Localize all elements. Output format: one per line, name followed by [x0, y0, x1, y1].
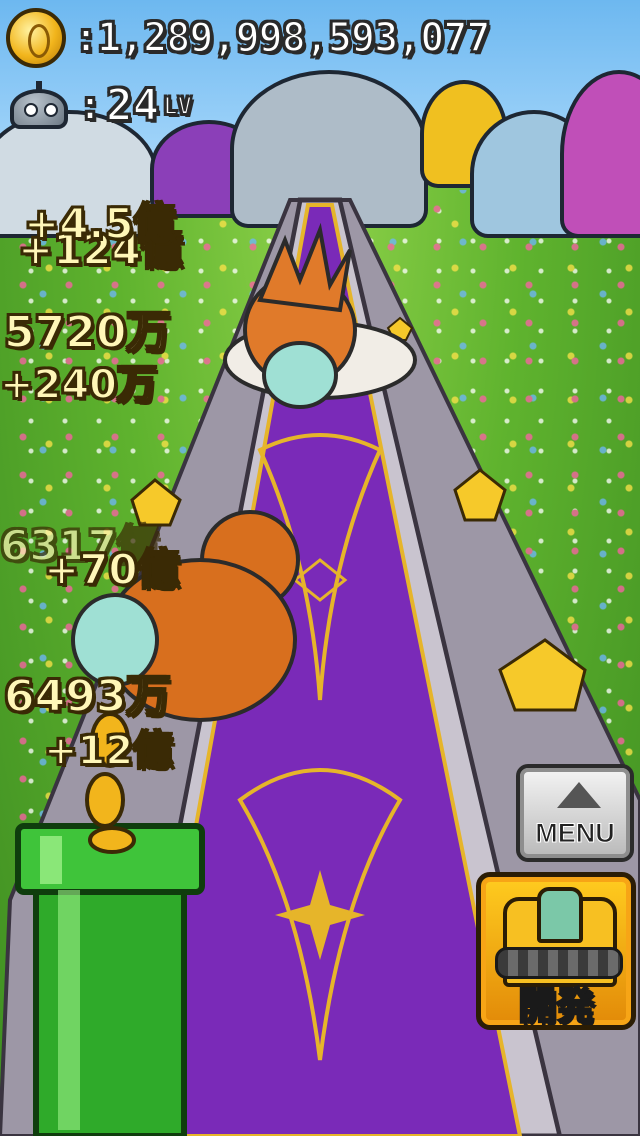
floating-income: +240万: [0, 361, 158, 409]
floating-income: 5720万: [3, 306, 171, 359]
develop-button[interactable]: 開発: [476, 872, 636, 1030]
menu-label: MENU: [535, 818, 616, 849]
floating-income: +4.5億: [23, 198, 177, 249]
menu-button[interactable]: MENU: [516, 764, 634, 862]
level-display: : 24 LV: [6, 79, 193, 132]
coin-icon: [6, 8, 66, 68]
floating-income: 6493万: [3, 670, 171, 723]
level-number: 24: [105, 79, 160, 132]
up-triangle-icon: [557, 782, 601, 808]
develop-label: 開発: [517, 983, 595, 1028]
coin: [85, 772, 125, 828]
level-suffix: LV: [162, 91, 193, 121]
floating-income: +70億: [43, 544, 181, 595]
level-prefix: :: [77, 82, 103, 130]
coin-total: :1,289,998,593,077: [73, 14, 491, 62]
robot-head-icon: [6, 80, 72, 131]
floating-income: +12億: [43, 727, 174, 775]
coin-counter: :1,289,998,593,077: [6, 8, 491, 68]
coin: [88, 826, 136, 854]
warp-pipe: [15, 823, 205, 1136]
